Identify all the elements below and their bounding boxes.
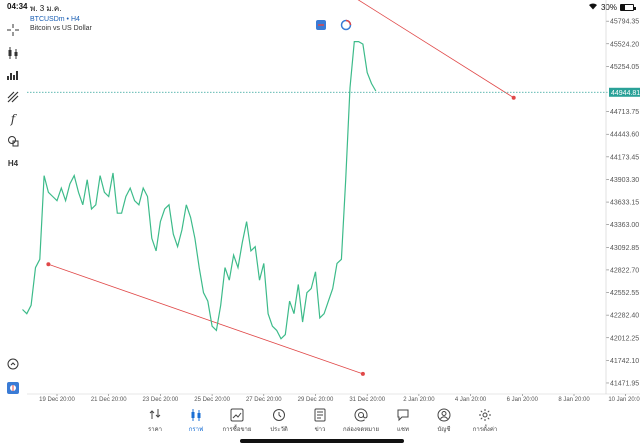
nav-item-label: ราคา xyxy=(148,427,162,433)
y-tick-label: 42822.70 xyxy=(610,267,639,274)
nav-item-history[interactable]: ประวัติ xyxy=(257,408,301,434)
nav-item-label: กราฟ xyxy=(188,427,204,433)
quotes-icon xyxy=(149,409,161,419)
chart-icon xyxy=(191,409,201,421)
x-tick-label: 27 Dec 20:00 xyxy=(246,397,282,403)
y-tick-label: 43092.85 xyxy=(610,245,639,252)
nav-item-label: การซื้อขาย xyxy=(222,427,252,433)
price-series-line xyxy=(22,41,377,340)
x-tick-label: 2 Jan 20:00 xyxy=(403,397,435,403)
x-tick-label: 4 Jan 20:00 xyxy=(455,397,487,403)
y-tick-label: 45794.35 xyxy=(610,19,639,26)
nav-item-trade[interactable]: การซื้อขาย xyxy=(215,408,259,434)
x-axis: 19 Dec 20:00 21 Dec 20:00 23 Dec 20:00 25 D… xyxy=(27,393,640,403)
settings-icon xyxy=(479,409,491,421)
y-tick-label: 42012.25 xyxy=(610,335,639,342)
chart-overlay-buttons xyxy=(316,19,352,31)
y-tick-label: 43633.15 xyxy=(610,200,639,207)
news-icon xyxy=(314,408,326,422)
x-tick-label: 23 Dec 20:00 xyxy=(143,397,179,403)
x-tick-label: 6 Jan 20:00 xyxy=(507,397,539,403)
trendline-anchor[interactable] xyxy=(511,95,516,100)
nav-item-label: กล่องจดหมาย xyxy=(342,427,380,433)
x-tick-label: 29 Dec 20:00 xyxy=(298,397,334,403)
y-tick-label: 45524.20 xyxy=(610,41,639,48)
y-tick-label: 45254.05 xyxy=(610,64,639,71)
nav-item-mailbox[interactable]: กล่องจดหมาย xyxy=(339,408,383,434)
y-tick-label: 44173.45 xyxy=(610,154,639,161)
trendline-1[interactable] xyxy=(48,263,364,375)
x-tick-label: 21 Dec 20:00 xyxy=(91,397,127,403)
trendline-layer xyxy=(46,0,516,376)
x-tick-label: 31 Dec 20:00 xyxy=(349,397,385,403)
y-tick-label: 41471.95 xyxy=(610,380,639,387)
y-tick-label: 41742.10 xyxy=(610,358,639,365)
current-price-label: 44944.81 xyxy=(611,90,640,97)
price-chart[interactable]: 44944.81 45794.35 45524.20 45254.05 44713.7… xyxy=(0,0,640,447)
y-axis: 45794.35 45524.20 45254.05 44713.75 44443.60… xyxy=(605,0,639,394)
nav-item-news[interactable]: ข่าว xyxy=(298,408,342,434)
x-tick-label: 8 Jan 20:00 xyxy=(558,397,590,403)
nav-item-label: บัญชี xyxy=(437,427,451,433)
nav-item-label: การตั้งค่า xyxy=(472,427,498,433)
nav-item-chat[interactable]: แชท xyxy=(381,408,425,434)
y-tick-label: 42282.40 xyxy=(610,313,639,320)
trendline-2[interactable] xyxy=(298,0,514,99)
nav-item-settings[interactable]: การตั้งค่า xyxy=(463,408,507,434)
nav-item-account[interactable]: บัญชี xyxy=(422,408,466,434)
y-tick-label: 44713.75 xyxy=(610,109,639,116)
nav-item-quotes[interactable]: ราคา xyxy=(133,408,177,434)
history-icon xyxy=(273,409,285,421)
chat-icon xyxy=(397,409,409,422)
mailbox-icon xyxy=(354,408,368,422)
nav-item-label: ประวัติ xyxy=(270,427,288,433)
trendline-anchor[interactable] xyxy=(46,262,51,267)
y-tick-label: 43363.00 xyxy=(610,222,639,229)
x-tick-label: 10 Jan 20:00 xyxy=(608,397,640,403)
account-icon xyxy=(437,408,451,422)
nav-item-chart[interactable]: กราฟ xyxy=(174,408,218,434)
home-indicator xyxy=(240,439,404,443)
y-tick-label: 44443.60 xyxy=(610,132,639,139)
y-tick-label: 43903.30 xyxy=(610,177,639,184)
x-tick-label: 19 Dec 20:00 xyxy=(39,397,75,403)
trendline-anchor[interactable] xyxy=(360,371,365,376)
x-tick-label: 25 Dec 20:00 xyxy=(194,397,230,403)
y-tick-label: 42552.55 xyxy=(610,290,639,297)
trade-icon xyxy=(230,408,244,422)
nav-item-label: แชท xyxy=(397,427,409,433)
nav-item-label: ข่าว xyxy=(314,427,326,433)
